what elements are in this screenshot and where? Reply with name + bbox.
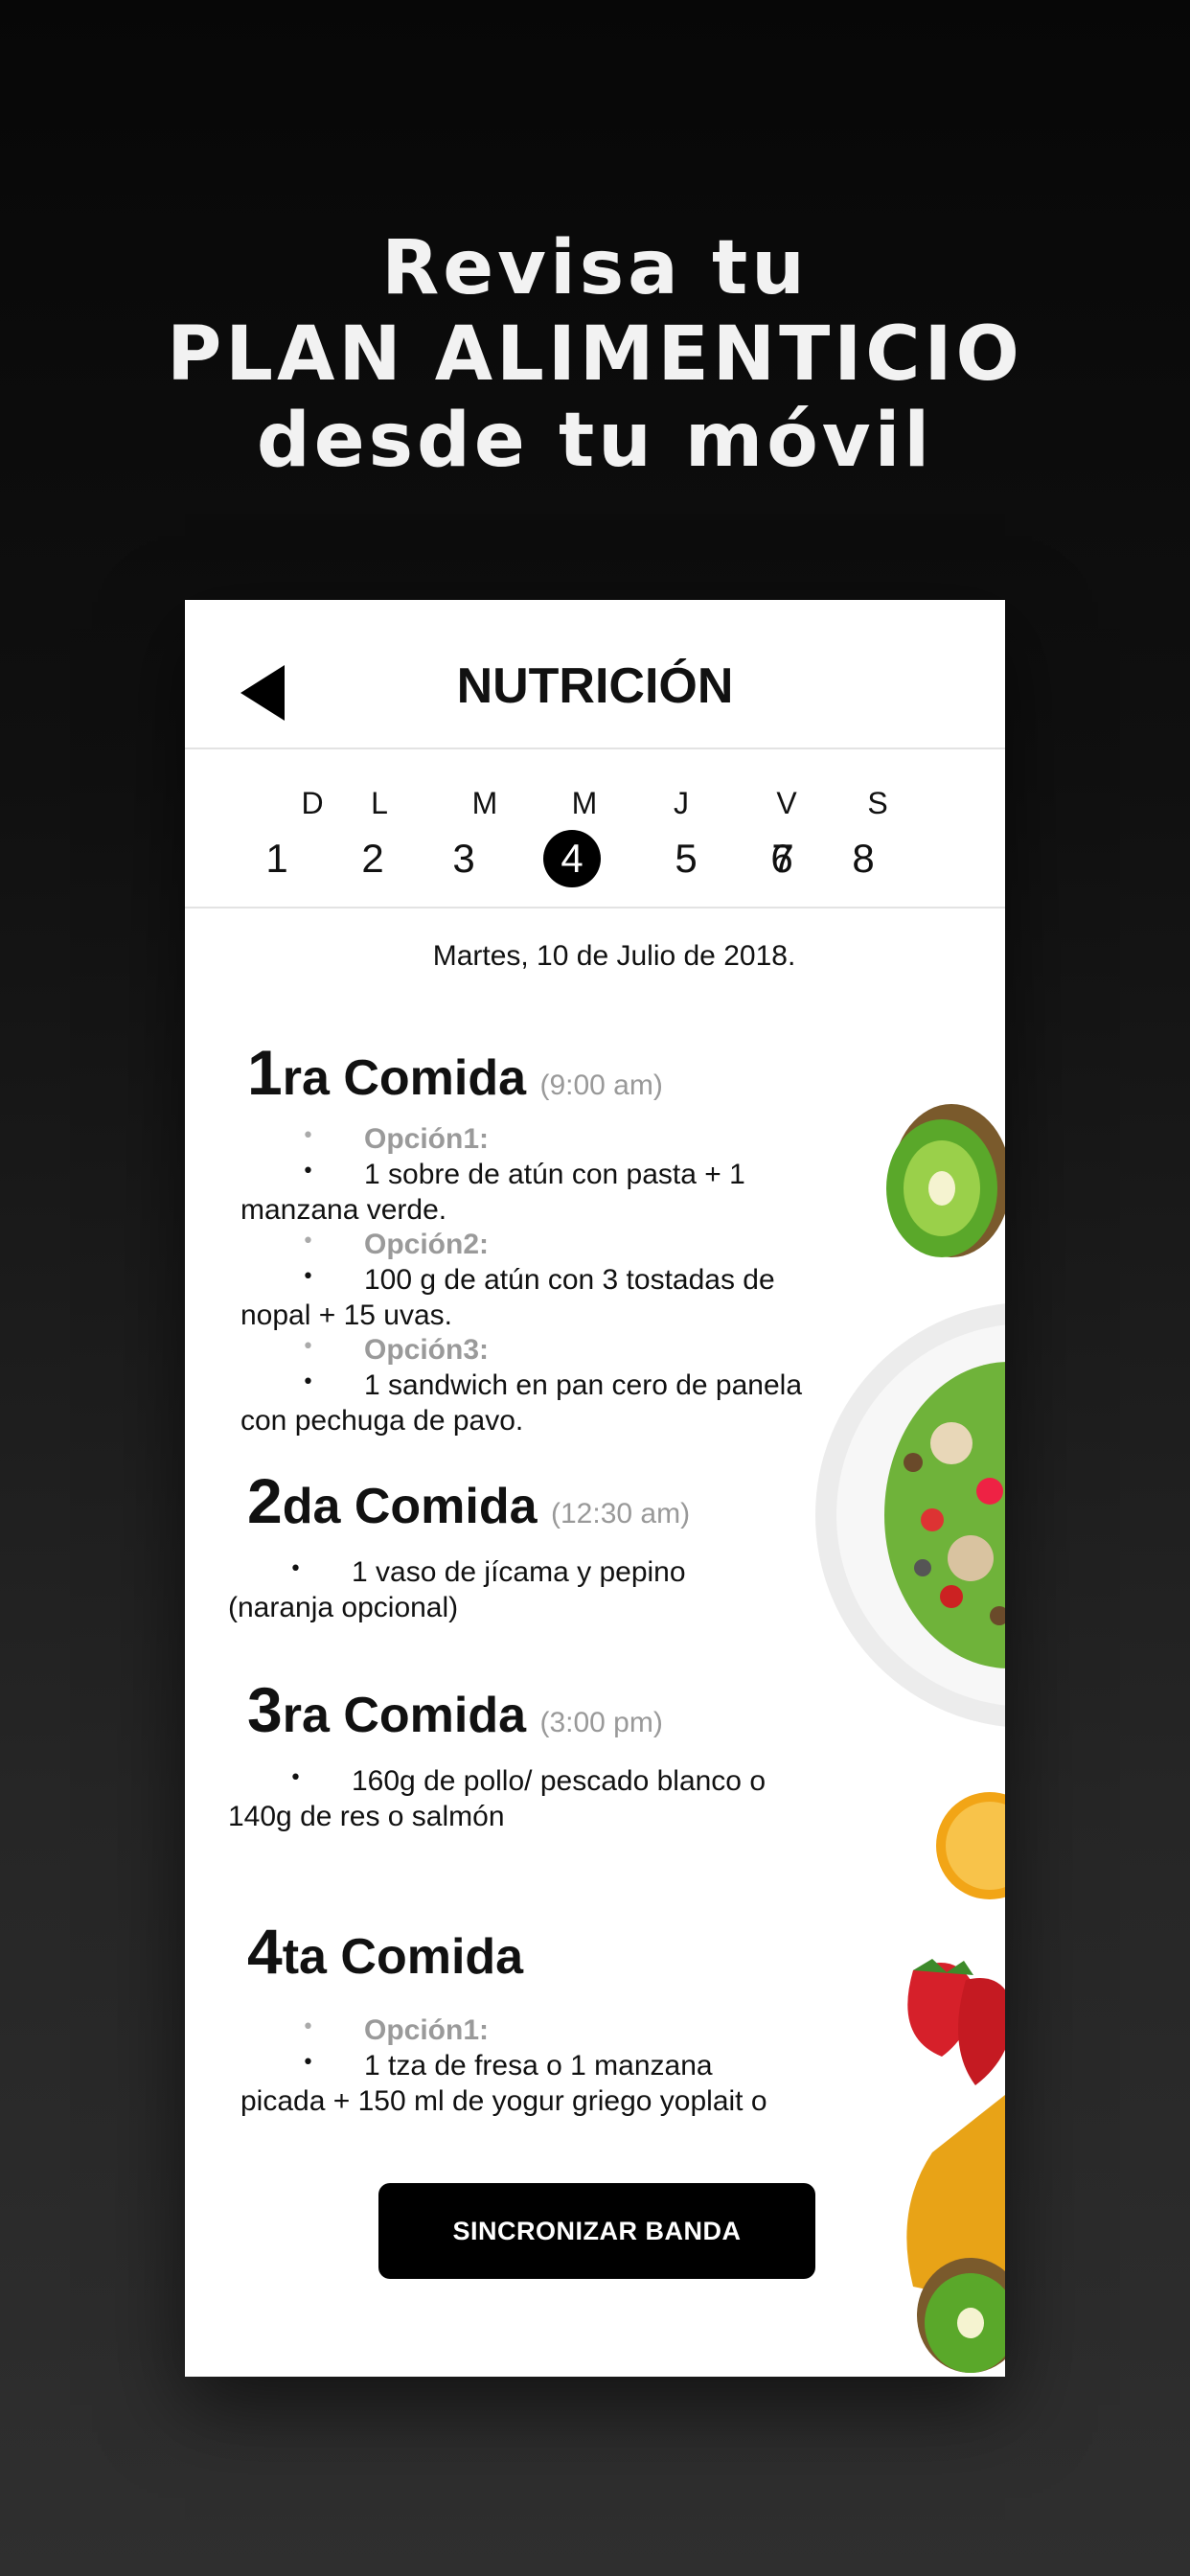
page-title: NUTRICIÓN bbox=[456, 658, 734, 714]
option-text-cont: nopal + 15 uvas. bbox=[240, 1300, 453, 1331]
salad-plate-icon bbox=[815, 1303, 1005, 1727]
bullet-icon: • bbox=[302, 1160, 314, 1184]
headline-line-1: Revisa tu bbox=[381, 225, 809, 311]
day-number: 5 bbox=[675, 836, 698, 881]
meal-title-2: 2da Comida (12:30 am) bbox=[247, 1464, 690, 1537]
option-label: Opción3: bbox=[364, 1334, 490, 1366]
kiwi-bottom-icon bbox=[906, 2095, 1005, 2373]
app-header: NUTRICIÓN bbox=[185, 600, 1005, 749]
option-text-cont: con pechuga de pavo. bbox=[240, 1405, 524, 1437]
bullet-icon: • bbox=[302, 1370, 314, 1394]
meal-name: da Comida bbox=[282, 1479, 538, 1534]
meal-title-4: 4ta Comida bbox=[247, 1915, 523, 1988]
phone-screen: NUTRICIÓN D 1 L 2 M 3 M 4 J 5 V 6 S 8 7 … bbox=[185, 600, 1005, 2377]
promo-headline: Revisa tu PLAN ALIMENTICIO desde tu móvi… bbox=[0, 225, 1190, 484]
meal-name: ra Comida bbox=[282, 1688, 527, 1743]
option-text-cont: picada + 150 ml de yogur griego yoplait … bbox=[240, 2085, 767, 2117]
meal-title-3: 3ra Comida (3:00 pm) bbox=[247, 1673, 663, 1746]
day-letter: J bbox=[674, 786, 689, 820]
day-number: 2 bbox=[361, 836, 384, 881]
option-text: 1 tza de fresa o 1 manzana bbox=[364, 2050, 713, 2082]
day-letter: S bbox=[867, 786, 888, 820]
option-text: 100 g de atún con 3 tostadas de bbox=[364, 1264, 775, 1296]
meal-text-cont: 140g de res o salmón bbox=[228, 1801, 505, 1832]
option-label: Opción1: bbox=[364, 1123, 490, 1155]
meal-text: 1 vaso de jícama y pepino bbox=[352, 1556, 686, 1588]
bullet-icon: • bbox=[302, 1124, 314, 1148]
meal-number: 1 bbox=[247, 1037, 283, 1108]
option-label: Opción1: bbox=[364, 2014, 490, 2046]
day-letter: L bbox=[371, 786, 388, 820]
bullet-icon: • bbox=[302, 1230, 314, 1254]
day-number: 7 bbox=[771, 836, 794, 881]
bullet-icon: • bbox=[302, 1335, 314, 1359]
meal-time: (3:00 pm) bbox=[539, 1707, 663, 1738]
orange-icon bbox=[936, 1792, 1005, 1899]
day-letter: M bbox=[471, 786, 498, 820]
meal-title-1: 1ra Comida (9:00 am) bbox=[247, 1036, 663, 1109]
bullet-icon: • bbox=[302, 2015, 314, 2039]
day-number: 8 bbox=[852, 836, 875, 881]
meal-number: 4 bbox=[247, 1916, 283, 1987]
option-text: 1 sandwich en pan cero de panela bbox=[364, 1369, 803, 1401]
meal-time: (9:00 am) bbox=[539, 1070, 663, 1101]
meal-text-cont: (naranja opcional) bbox=[228, 1592, 459, 1623]
week-selector: D 1 L 2 M 3 M 4 J 5 V 6 S 8 7 bbox=[185, 749, 1005, 908]
meal-number: 3 bbox=[247, 1674, 283, 1745]
day-letter: M bbox=[571, 786, 598, 820]
bullet-icon: • bbox=[289, 1766, 302, 1790]
bullet-icon: • bbox=[302, 2051, 314, 2075]
meal-number: 2 bbox=[247, 1465, 283, 1536]
day-letter: V bbox=[776, 786, 797, 820]
option-text-cont: manzana verde. bbox=[240, 1194, 447, 1226]
kiwi-icon bbox=[886, 1104, 1005, 1257]
bullet-icon: • bbox=[302, 1265, 314, 1289]
headline-line-2: PLAN ALIMENTICIO bbox=[167, 311, 1023, 398]
date-label: Martes, 10 de Julio de 2018. bbox=[432, 940, 796, 972]
meal-name: ra Comida bbox=[282, 1050, 527, 1106]
sync-band-button[interactable]: SINCRONIZAR BANDA bbox=[378, 2183, 815, 2279]
meal-time: (12:30 am) bbox=[551, 1498, 691, 1530]
day-letter: D bbox=[301, 786, 324, 820]
headline-line-3: desde tu móvil bbox=[256, 398, 934, 484]
day-number: 1 bbox=[265, 836, 288, 881]
day-number-selected: 4 bbox=[543, 830, 601, 887]
strawberry-icon bbox=[907, 1959, 1005, 2085]
meal-text: 160g de pollo/ pescado blanco o bbox=[352, 1765, 767, 1797]
day-number: 3 bbox=[452, 836, 475, 881]
option-label: Opción2: bbox=[364, 1229, 490, 1260]
option-text: 1 sobre de atún con pasta + 1 bbox=[364, 1159, 745, 1190]
meal-name: ta Comida bbox=[282, 1929, 524, 1985]
bullet-icon: • bbox=[289, 1557, 302, 1581]
